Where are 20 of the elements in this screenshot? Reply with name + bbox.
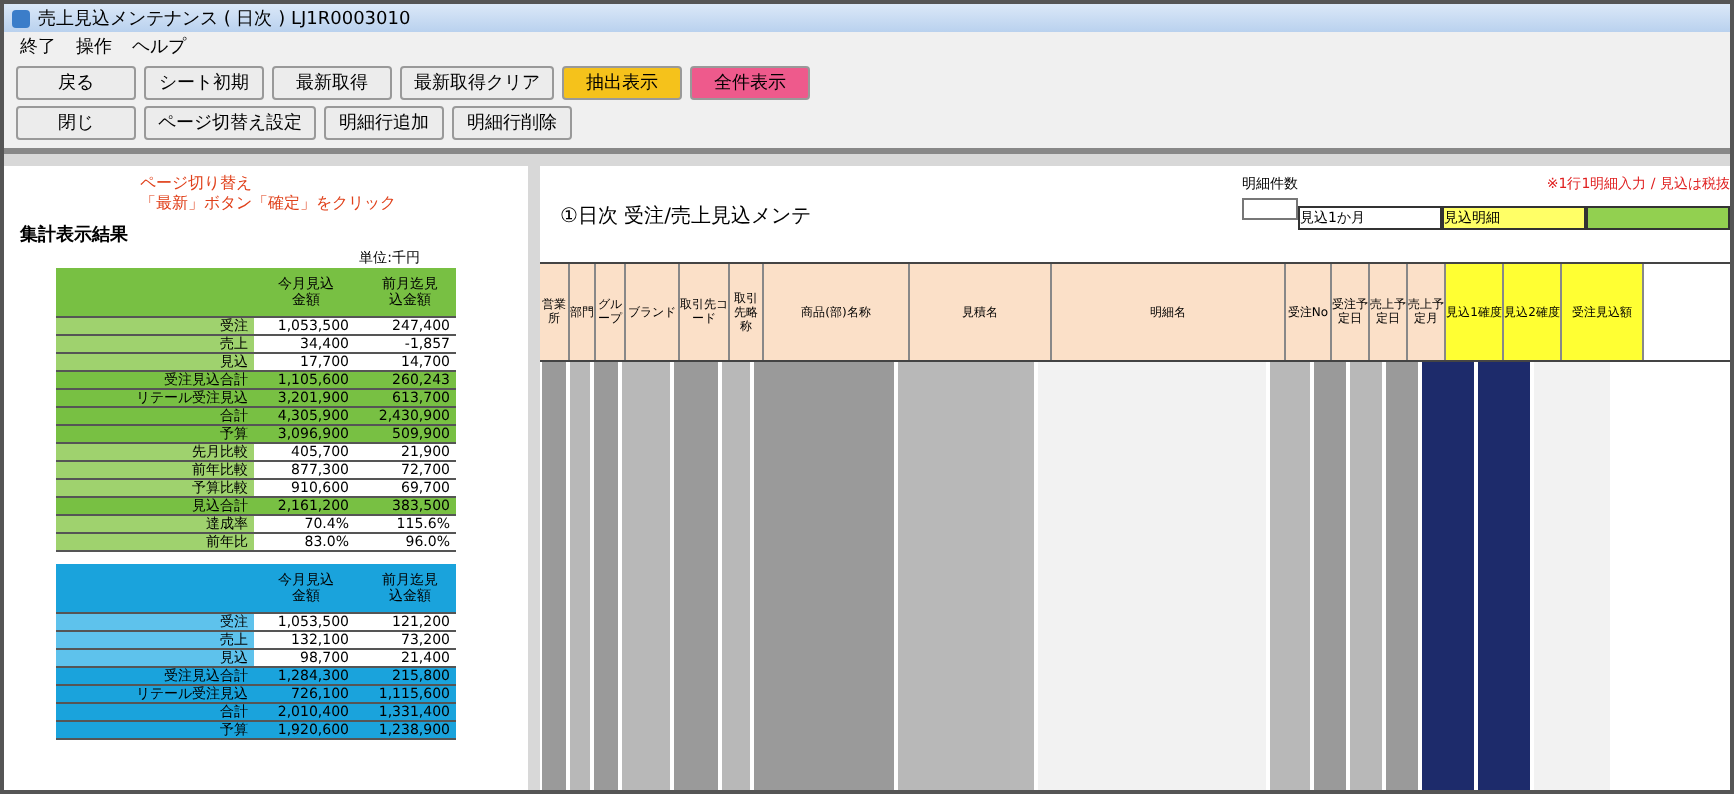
note-text: 「最新」ボタン「確定」をクリック bbox=[140, 194, 398, 214]
toolbar-button[interactable]: 戻る bbox=[16, 66, 136, 100]
window-title: 売上見込メンテナンス ( 日次 ) LJ1R0003010 bbox=[38, 7, 411, 31]
toolbar-button[interactable]: 抽出表示 bbox=[562, 66, 682, 100]
toolbar-button[interactable]: 最新取得 bbox=[272, 66, 392, 100]
count-field[interactable] bbox=[1242, 198, 1298, 220]
section-heading: 集計表示結果 bbox=[20, 222, 130, 248]
menu-item[interactable]: 操作 bbox=[76, 34, 112, 60]
toolbar-button[interactable]: 最新取得クリア bbox=[400, 66, 554, 100]
app-icon bbox=[12, 9, 30, 27]
toolbar-button[interactable]: 閉じ bbox=[16, 106, 136, 140]
toolbar-button[interactable]: シート初期 bbox=[144, 66, 264, 100]
toolbar-button[interactable]: 全件表示 bbox=[690, 66, 810, 100]
toolbar-button[interactable]: ページ切替え設定 bbox=[144, 106, 316, 140]
note-text: ページ切り替え bbox=[140, 174, 254, 194]
menu-item[interactable]: 終了 bbox=[20, 34, 56, 60]
toolbar-button[interactable]: 明細行削除 bbox=[452, 106, 572, 140]
sheet-title: ①日次 受注/売上見込メンテ bbox=[560, 203, 814, 230]
menu-item[interactable]: ヘルプ bbox=[132, 34, 186, 60]
toolbar-button[interactable]: 明細行追加 bbox=[324, 106, 444, 140]
